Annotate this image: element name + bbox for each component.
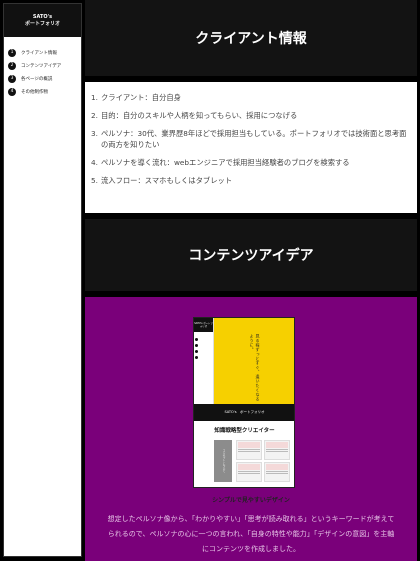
client-info-header: クライアント情報 — [85, 0, 417, 76]
mockup-cards — [236, 440, 290, 482]
list-item: 4. ペルソナを導く流れ：webエンジニアで採用担当経験者のブログを検索する — [91, 158, 350, 167]
mockup-grey-block: コンセプトについて — [214, 440, 232, 482]
number-badge: 4 — [8, 87, 16, 96]
mockup-logo: SATO's ポートフォリオ — [194, 318, 213, 332]
mockup-card — [264, 440, 290, 460]
sidebar-item-page-overview[interactable]: 3 各ページの概説 — [4, 72, 81, 85]
main-content: クライアント情報 1. クライアント：自分自身 2. 目的：自分のスキルや人柄を… — [84, 0, 420, 561]
content-ideas-description: 想定したペルソナ像から、「わかりやすい」「思考が読み取れる」というキーワードが考… — [107, 515, 395, 553]
number-badge: 2 — [8, 61, 16, 70]
site-logo[interactable]: SATO's ポートフォリオ — [4, 4, 81, 37]
mockup-title-bar: SATO's ポートフォリオ — [194, 404, 294, 421]
client-info-list: 1. クライアント：自分自身 2. 目的：自分のスキルや人柄を知ってもらい、採用… — [91, 92, 411, 186]
mockup-hero-text: 見る程ずっとすぐ、逢いたくなるように。 — [249, 334, 261, 402]
site-mockup-image: SATO's ポートフォリオ 見る程ずっとすぐ、逢いたくなるように。 SATO'… — [193, 317, 295, 488]
list-item: 5. 流入フロー：スマホもしくはタブレット — [91, 176, 233, 185]
section-title-client-info: クライアント情報 — [195, 31, 307, 47]
mockup-nav — [194, 332, 213, 360]
sidebar-item-label: コンテンツアイデア — [21, 63, 62, 69]
client-info-panel: 1. クライアント：自分自身 2. 目的：自分のスキルや人柄を知ってもらい、採用… — [85, 82, 417, 213]
sidebar-nav: 1 クライアント情報 2 コンテンツアイデア 3 各ページの概説 4 その他制作… — [4, 37, 81, 98]
sidebar-item-content-ideas[interactable]: 2 コンテンツアイデア — [4, 59, 81, 72]
sidebar-item-label: クライアント情報 — [21, 50, 57, 56]
sidebar-item-label: 各ページの概説 — [21, 76, 53, 82]
sidebar: SATO's ポートフォリオ 1 クライアント情報 2 コンテンツアイデア 3 … — [3, 3, 82, 557]
mockup-heading: 知識戦略型クリエイター — [214, 428, 275, 434]
mockup-card — [264, 462, 290, 482]
mockup-sidebar: SATO's ポートフォリオ — [194, 318, 214, 404]
sidebar-item-label: その他制作物 — [21, 89, 48, 95]
content-ideas-panel: SATO's ポートフォリオ 見る程ずっとすぐ、逢いたくなるように。 SATO'… — [85, 297, 417, 561]
list-item: 3. ペルソナ：30代、業界歴8年ほどで採用担当もしている。ポートフォリオでは技… — [91, 129, 407, 149]
mockup-card — [236, 462, 262, 482]
mockup-nav-item — [194, 354, 213, 360]
site-title-line2: ポートフォリオ — [24, 20, 60, 27]
list-item: 1. クライアント：自分自身 — [91, 93, 181, 102]
mockup-caption: シンプルで見やすいデザイン — [212, 497, 290, 504]
sidebar-item-other-works[interactable]: 4 その他制作物 — [4, 85, 81, 98]
number-badge: 1 — [8, 48, 16, 57]
mockup-card — [236, 440, 262, 460]
mockup-hero: 見る程ずっとすぐ、逢いたくなるように。 — [214, 318, 294, 404]
number-badge: 3 — [8, 74, 16, 83]
section-title-content-ideas: コンテンツアイデア — [188, 248, 314, 264]
site-title-line1: SATO's — [32, 13, 53, 20]
list-item: 2. 目的：自分のスキルや人柄を知ってもらい、採用につなげる — [91, 111, 298, 120]
content-ideas-header: コンテンツアイデア — [85, 219, 417, 291]
sidebar-item-client-info[interactable]: 1 クライアント情報 — [4, 46, 81, 59]
